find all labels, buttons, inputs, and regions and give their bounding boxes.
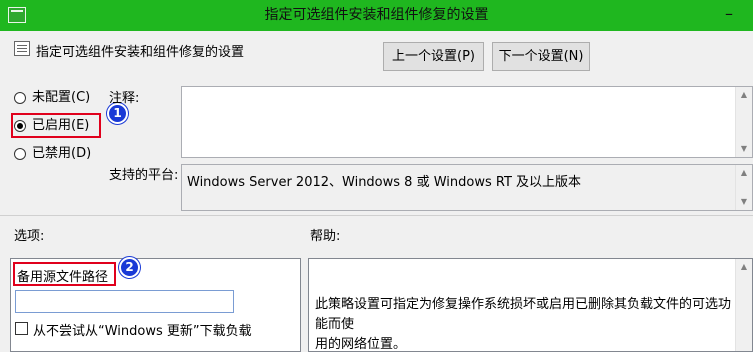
help-text: 此策略设置可指定为修复操作系统损坏或启用已删除其负载文件的可选功能而使 用的网络… (315, 295, 733, 352)
section-divider (0, 215, 753, 216)
platform-value: Windows Server 2012、Windows 8 或 Windows … (187, 175, 582, 190)
window-title: 指定可选组件安装和组件修复的设置 (264, 7, 489, 23)
scroll-down-icon[interactable]: ▼ (736, 141, 752, 157)
previous-setting-button[interactable]: 上一个设置(P) (383, 42, 484, 71)
next-setting-button[interactable]: 下一个设置(N) (492, 42, 590, 71)
setting-title: 指定可选组件安装和组件修复的设置 (36, 45, 245, 60)
radio-button[interactable] (14, 148, 26, 160)
help-text-line: 此策略设置可指定为修复操作系统损坏或启用已删除其负载文件的可选功能而使 (315, 297, 732, 332)
alternate-source-path-input[interactable] (15, 290, 234, 313)
radio-label: 未配置(C) (32, 90, 91, 105)
radio-button[interactable] (14, 92, 26, 104)
scroll-up-icon[interactable]: ▲ (736, 165, 752, 181)
enabled-highlight-box (11, 113, 101, 138)
scroll-down-icon[interactable]: ▼ (736, 194, 752, 210)
scroll-up-icon[interactable]: ▲ (736, 87, 752, 103)
minimize-button[interactable]: – (705, 0, 753, 31)
scroll-up-icon[interactable]: ▲ (736, 259, 752, 275)
never-download-wu-checkbox[interactable] (15, 322, 28, 335)
platform-box: Windows Server 2012、Windows 8 或 Windows … (181, 164, 753, 211)
comment-textarea[interactable]: ▲ ▼ (181, 86, 753, 158)
platform-label: 支持的平台: (109, 168, 179, 183)
never-download-wu-label: 从不尝试从“Windows 更新”下载负载 (33, 324, 252, 339)
comment-label: 注释: (109, 91, 140, 106)
radio-label: 已禁用(D) (32, 146, 92, 161)
options-section-label: 选项: (14, 229, 45, 244)
help-panel: 此策略设置可指定为修复操作系统损坏或启用已删除其负载文件的可选功能而使 用的网络… (308, 258, 753, 352)
comment-scrollbar[interactable]: ▲ ▼ (735, 87, 752, 157)
help-text-line: 用的网络位置。 (315, 337, 407, 352)
path-label-highlight-box (13, 262, 116, 286)
step-badge-2: 2 (119, 257, 140, 278)
title-bar: 指定可选组件安装和组件修复的设置 – (0, 0, 753, 31)
step-badge-1: 1 (107, 103, 128, 124)
platform-scrollbar[interactable]: ▲ ▼ (735, 165, 752, 210)
help-section-label: 帮助: (310, 229, 341, 244)
help-scrollbar[interactable]: ▲ (735, 259, 752, 351)
policy-setting-icon (14, 41, 30, 56)
